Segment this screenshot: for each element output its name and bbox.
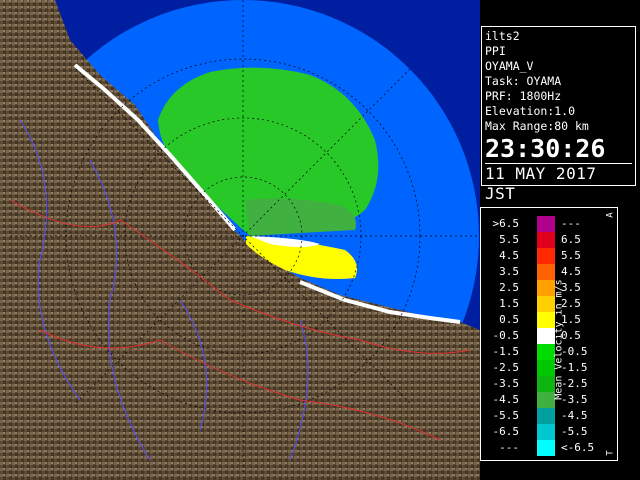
legend-row: 4.5 5.5 <box>481 248 601 264</box>
legend-lower-bound: 2.5 <box>499 281 519 294</box>
legend-upper-bound: 6.5 <box>561 233 581 246</box>
legend-title: Mean Velocity in m/s <box>553 279 565 400</box>
legend-lower-bound: -5.5 <box>492 409 520 422</box>
legend-swatch <box>537 216 555 232</box>
legend-row: -4.5 -3.5 <box>481 392 601 408</box>
legend-swatch <box>537 360 555 376</box>
legend-swatch <box>537 280 555 296</box>
info-panel: ilts2 PPI OYAMA_V Task: OYAMA PRF: 1800H… <box>481 26 636 203</box>
scan-time: 23:30:26 <box>485 134 606 163</box>
legend-top-mark: A <box>605 212 616 218</box>
legend-swatch <box>537 408 555 424</box>
legend-lower-bound: 1.5 <box>499 297 519 310</box>
legend-row: -6.5 -5.5 <box>481 424 601 440</box>
legend-row: -2.5 -1.5 <box>481 360 601 376</box>
info-line-prf: PRF: 1800Hz <box>485 89 562 103</box>
legend-row: --- <-6.5 <box>481 440 601 456</box>
legend-upper-bound: --- <box>561 217 581 230</box>
legend-bottom-mark: T <box>605 450 616 456</box>
legend-upper-bound: -0.5 <box>561 345 588 358</box>
legend-swatch <box>537 328 555 344</box>
legend-row: -0.5 0.5 <box>481 328 601 344</box>
legend-swatch <box>537 440 555 456</box>
legend-swatch <box>537 312 555 328</box>
legend-lower-bound: --- <box>499 441 519 454</box>
velocity-legend: >6.5 --- 5.5 6.5 4.5 5.5 3.5 4.5 2.5 3.5 1.5 2.5 0.5… <box>480 207 618 461</box>
info-line-elevation: Elevation:1.0 <box>485 104 576 118</box>
info-line-site: OYAMA_V <box>485 59 534 73</box>
legend-swatch <box>537 376 555 392</box>
legend-lower-bound: -0.5 <box>492 329 520 342</box>
legend-upper-bound: -5.5 <box>561 425 588 438</box>
legend-lower-bound: -6.5 <box>492 425 520 438</box>
legend-swatch <box>537 248 555 264</box>
radar-ppi-display <box>0 0 480 480</box>
legend-lower-bound: 3.5 <box>499 265 519 278</box>
legend-upper-bound: 4.5 <box>561 265 581 278</box>
legend-lower-bound: -3.5 <box>492 377 520 390</box>
legend-upper-bound: -3.5 <box>561 393 588 406</box>
legend-row: 3.5 4.5 <box>481 264 601 280</box>
legend-lower-bound: -1.5 <box>492 345 520 358</box>
legend-swatch <box>537 264 555 280</box>
legend-lower-bound: -4.5 <box>492 393 520 406</box>
legend-lower-bound: 0.5 <box>499 313 519 326</box>
legend-lower-bound: 4.5 <box>499 249 519 262</box>
scan-date: 11 MAY 2017 JST <box>485 163 632 204</box>
info-line-product: ilts2 <box>485 29 520 43</box>
legend-row: -1.5 -0.5 <box>481 344 601 360</box>
legend-upper-bound: -1.5 <box>561 361 588 374</box>
legend-swatch <box>537 296 555 312</box>
legend-lower-bound: -2.5 <box>492 361 520 374</box>
legend-upper-bound: <-6.5 <box>561 441 595 454</box>
info-line-range: Max Range:80 km <box>485 119 589 133</box>
legend-swatch <box>537 424 555 440</box>
legend-upper-bound: -2.5 <box>561 377 588 390</box>
legend-lower-bound: 5.5 <box>499 233 519 246</box>
legend-row: 0.5 1.5 <box>481 312 601 328</box>
info-line-task: Task: OYAMA <box>485 74 562 88</box>
legend-row: -3.5 -2.5 <box>481 376 601 392</box>
legend-row: 1.5 2.5 <box>481 296 601 312</box>
legend-swatch <box>537 344 555 360</box>
legend-row: 5.5 6.5 <box>481 232 601 248</box>
legend-upper-bound: -4.5 <box>561 409 588 422</box>
info-line-mode: PPI <box>485 44 506 58</box>
legend-swatch <box>537 232 555 248</box>
legend-row: 2.5 3.5 <box>481 280 601 296</box>
legend-lower-bound: >6.5 <box>492 217 520 230</box>
legend-row: -5.5 -4.5 <box>481 408 601 424</box>
legend-row: >6.5 --- <box>481 216 601 232</box>
legend-upper-bound: 5.5 <box>561 249 581 262</box>
legend-swatch <box>537 392 555 408</box>
